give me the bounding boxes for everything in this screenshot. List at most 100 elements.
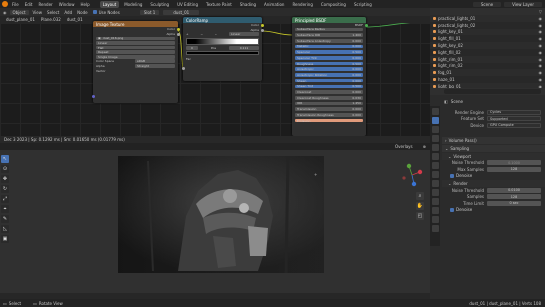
output-tab-icon[interactable]	[431, 126, 439, 133]
object-mode-dropdown[interactable]: Object	[9, 9, 29, 15]
bsdf-input-emission[interactable]: Emission	[295, 119, 363, 123]
bsdf-input-clearcoat[interactable]: Clearcoat 0.000	[295, 90, 363, 94]
outliner-item[interactable]: practical_lights_02 ◉	[430, 22, 545, 29]
viewport-noise-field[interactable]: 0.1000	[487, 160, 541, 166]
bsdf-input-specular[interactable]: Specular 0.500	[295, 50, 363, 54]
interpolation-dropdown[interactable]: Linear	[93, 41, 178, 46]
color-space-dropdown[interactable]: sRGB	[135, 59, 175, 64]
visibility-eye-icon[interactable]: ◉	[539, 70, 543, 75]
particles-tab-icon[interactable]	[431, 180, 439, 187]
measure-tool-icon[interactable]: ◺	[1, 225, 9, 233]
image-texture-node[interactable]: Image Texture Color Alpha ▣ dust_016.png…	[91, 21, 180, 103]
menu-select[interactable]: Select	[47, 10, 59, 15]
bsdf-input-sheen[interactable]: Sheen 0.000	[295, 79, 363, 83]
extension-dropdown[interactable]: Repeat	[93, 50, 178, 55]
pos-field[interactable]: 0.111	[228, 46, 259, 51]
visibility-eye-icon[interactable]: ◉	[539, 16, 543, 21]
visibility-eye-icon[interactable]: ◉	[539, 23, 543, 28]
bsdf-input-subsurface-anisotropy[interactable]: Subsurface Anisotropy 0.000	[295, 39, 363, 43]
bsdf-input-transmission[interactable]: Transmission 0.000	[295, 107, 363, 111]
node-editor-canvas[interactable]: Image Texture Color Alpha ▣ dust_016.png…	[0, 17, 430, 136]
material-selector[interactable]: dust_01	[163, 9, 200, 15]
rotate-tool-icon[interactable]: ↻	[1, 185, 9, 193]
outliner-item[interactable]: light_rim_01 ◉	[430, 55, 545, 63]
tab-rendering[interactable]: Rendering	[289, 1, 315, 8]
object-tab-icon[interactable]	[431, 162, 439, 169]
device-dropdown[interactable]: GPU Compute	[487, 122, 541, 128]
stop-color-swatch[interactable]	[186, 51, 259, 56]
projection-value[interactable]: Flat	[96, 46, 175, 50]
bsdf-input-clearcoat-roughness[interactable]: Clearcoat Roughness 0.030	[295, 96, 363, 100]
visibility-eye-icon[interactable]: ◉	[539, 50, 543, 55]
editor-type-icon[interactable]: ◉	[3, 10, 7, 15]
render-denoise-checkbox[interactable]	[450, 207, 454, 212]
socket-color-out[interactable]	[176, 28, 180, 31]
bsdf-input-metallic[interactable]: Metallic 0.000	[295, 44, 363, 48]
bsdf-input-roughness[interactable]: Roughness 0.500	[295, 62, 363, 66]
scene-tab-icon[interactable]	[431, 144, 439, 151]
blender-logo-icon[interactable]	[2, 1, 8, 7]
select-tool-icon[interactable]: ↖	[1, 155, 9, 163]
outliner-item[interactable]: haze_01 ◉	[430, 76, 545, 83]
menu-node[interactable]: Node	[77, 10, 87, 15]
menu-edit[interactable]: Edit	[25, 2, 33, 7]
interpolation-dropdown[interactable]: Linear	[228, 32, 259, 37]
tab-animation[interactable]: Animation	[261, 1, 287, 8]
scale-tool-icon[interactable]: ⤢	[1, 195, 9, 203]
source-value[interactable]: Single Image	[96, 55, 175, 59]
pan-hand-icon[interactable]: ✋	[416, 202, 424, 210]
menu-add[interactable]: Add	[64, 10, 72, 15]
tab-scripting[interactable]: Scripting	[351, 1, 375, 8]
zoom-icon[interactable]: ⌕	[416, 192, 424, 200]
visibility-eye-icon[interactable]: ◉	[539, 63, 543, 68]
outliner-item[interactable]: light_key_01 ◉	[430, 28, 545, 36]
source-dropdown[interactable]: Single Image	[93, 55, 178, 60]
render-subsection[interactable]: ⌄ Render	[442, 180, 545, 187]
extension-value[interactable]: Repeat	[96, 50, 175, 54]
use-nodes-checkbox[interactable]	[92, 10, 97, 14]
constraints-tab-icon[interactable]	[431, 198, 439, 205]
annotate-tool-icon[interactable]: ✎	[1, 215, 9, 223]
bsdf-input-anisotropic[interactable]: Anisotropic 0.000	[295, 67, 363, 71]
tab-sculpting[interactable]: Sculpting	[147, 1, 172, 8]
viewport-denoise-checkbox[interactable]	[450, 173, 454, 178]
render-samples-field[interactable]: 128	[487, 194, 541, 200]
search-field[interactable]	[444, 89, 541, 94]
bsdf-input-subsurface-radius[interactable]: Subsurface Radius	[295, 27, 363, 31]
remove-stop-button[interactable]: −	[200, 32, 203, 36]
outliner-item[interactable]: fog_01 ◉	[430, 69, 545, 77]
menu-render[interactable]: Render	[38, 2, 52, 7]
filter-icon[interactable]: ▽	[539, 9, 542, 14]
interpolation-value[interactable]: Linear	[96, 41, 175, 45]
sampling-section[interactable]: ⌄ Sampling	[442, 144, 545, 152]
world-tab-icon[interactable]	[431, 153, 439, 160]
socket-alpha-out[interactable]	[176, 32, 180, 36]
data-tab-icon[interactable]	[431, 207, 439, 214]
socket-bsdf-out[interactable]	[364, 24, 368, 27]
tab-compositing[interactable]: Compositing	[318, 1, 349, 8]
viewport-samples-field[interactable]: 128	[487, 166, 541, 172]
cursor-tool-icon[interactable]: ⊙	[1, 165, 9, 173]
bsdf-input-ior[interactable]: IOR 1.450	[295, 101, 363, 105]
move-tool-icon[interactable]: ✥	[1, 175, 9, 183]
material-tab-icon[interactable]	[431, 216, 439, 223]
overlays-dropdown[interactable]: Overlays	[395, 144, 413, 149]
menu-view[interactable]: View	[33, 10, 43, 15]
ramp-menu-icon[interactable]: ⌄	[215, 32, 218, 36]
visibility-eye-icon[interactable]: ◉	[539, 29, 543, 34]
modifier-tab-icon[interactable]	[431, 171, 439, 178]
volume-section[interactable]: › Volume Pass()	[442, 136, 545, 144]
socket-fac-in[interactable]	[181, 67, 185, 70]
bsdf-input-anisotropic-rotation[interactable]: Anisotropic Rotation 0.000	[295, 73, 363, 77]
tab-uv-editing[interactable]: UV Editing	[174, 1, 201, 8]
outliner-item[interactable]: light_rim_02 ◉	[430, 63, 545, 70]
stop-index-field[interactable]: 0	[186, 46, 198, 51]
add-stop-button[interactable]: +	[186, 32, 189, 36]
slot-dropdown[interactable]: Slot 1	[139, 9, 160, 15]
socket-color-out[interactable]	[260, 24, 264, 27]
outliner-item[interactable]: light_fill_02 ◉	[430, 49, 545, 56]
bsdf-input-subsurface-ior[interactable]: Subsurface IOR 1.400	[295, 33, 363, 37]
navigation-gizmo[interactable]	[400, 163, 424, 187]
menu-help[interactable]: Help	[80, 2, 89, 7]
visibility-eye-icon[interactable]: ◉	[539, 36, 543, 41]
